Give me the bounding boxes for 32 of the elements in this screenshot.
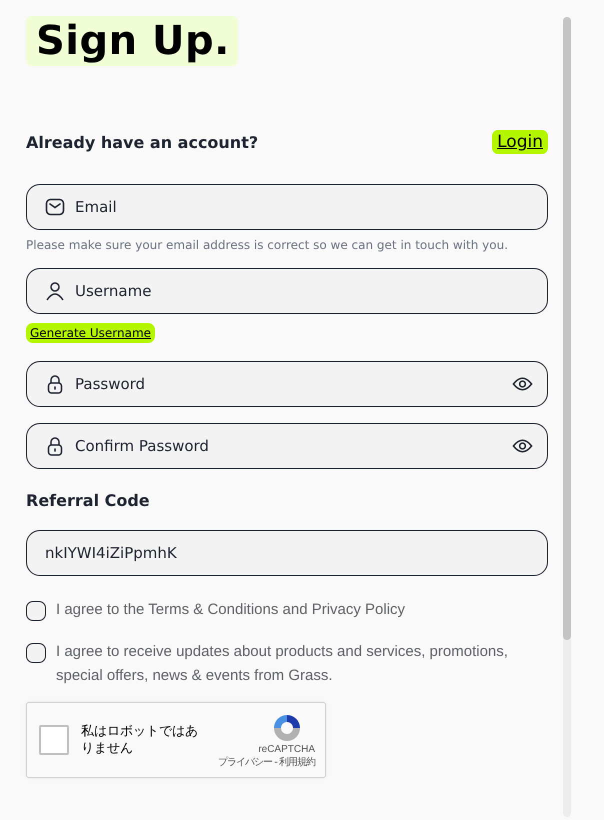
field-value: nkIYWI4iZiPpmhK: [45, 544, 177, 562]
input-field[interactable]: Password: [26, 361, 548, 407]
input-field[interactable]: Username: [26, 268, 548, 314]
checkbox[interactable]: [26, 643, 46, 663]
captcha-links[interactable]: プライバシー - 利用規約: [218, 754, 315, 768]
login-prompt: Already have an account?: [26, 132, 258, 152]
placeholder-text: Password: [75, 375, 146, 393]
scrollbar-thumb[interactable]: [563, 17, 571, 640]
page-title: Sign Up.: [26, 16, 238, 66]
captcha-brand: reCAPTCHA: [258, 744, 315, 754]
input-field[interactable]: nkIYWI4iZiPpmhK: [26, 530, 548, 576]
agreement-text: I agree to the Terms & Conditions and Privacy Policy: [56, 600, 406, 620]
eye-icon[interactable]: [512, 376, 533, 392]
captcha-label: 私はロボットではありません: [81, 723, 199, 757]
placeholder-text: Username: [75, 282, 152, 300]
input-field[interactable]: Email: [26, 184, 548, 230]
eye-icon[interactable]: [512, 438, 533, 454]
placeholder-text: Email: [75, 198, 117, 216]
captcha-checkbox[interactable]: [39, 725, 69, 755]
login-link[interactable]: Login: [492, 130, 548, 154]
user-icon: [45, 281, 65, 301]
checkbox[interactable]: [26, 601, 46, 621]
agreement-text: I agree to receive updates about products and services, promotions, special offers, news & events from Grass.: [56, 642, 509, 686]
field-hint: Please make sure your email address is correct so we can get in touch with you.: [26, 238, 510, 252]
lock-icon: [45, 374, 65, 394]
generate-username-link[interactable]: Generate Username: [26, 323, 156, 343]
envelope-icon: [45, 197, 65, 217]
input-field[interactable]: Confirm Password: [26, 423, 548, 469]
placeholder-text: Confirm Password: [75, 437, 209, 455]
scrollbar[interactable]: [563, 17, 571, 817]
referral-label: Referral Code: [26, 491, 151, 510]
lock-icon: [45, 436, 65, 456]
